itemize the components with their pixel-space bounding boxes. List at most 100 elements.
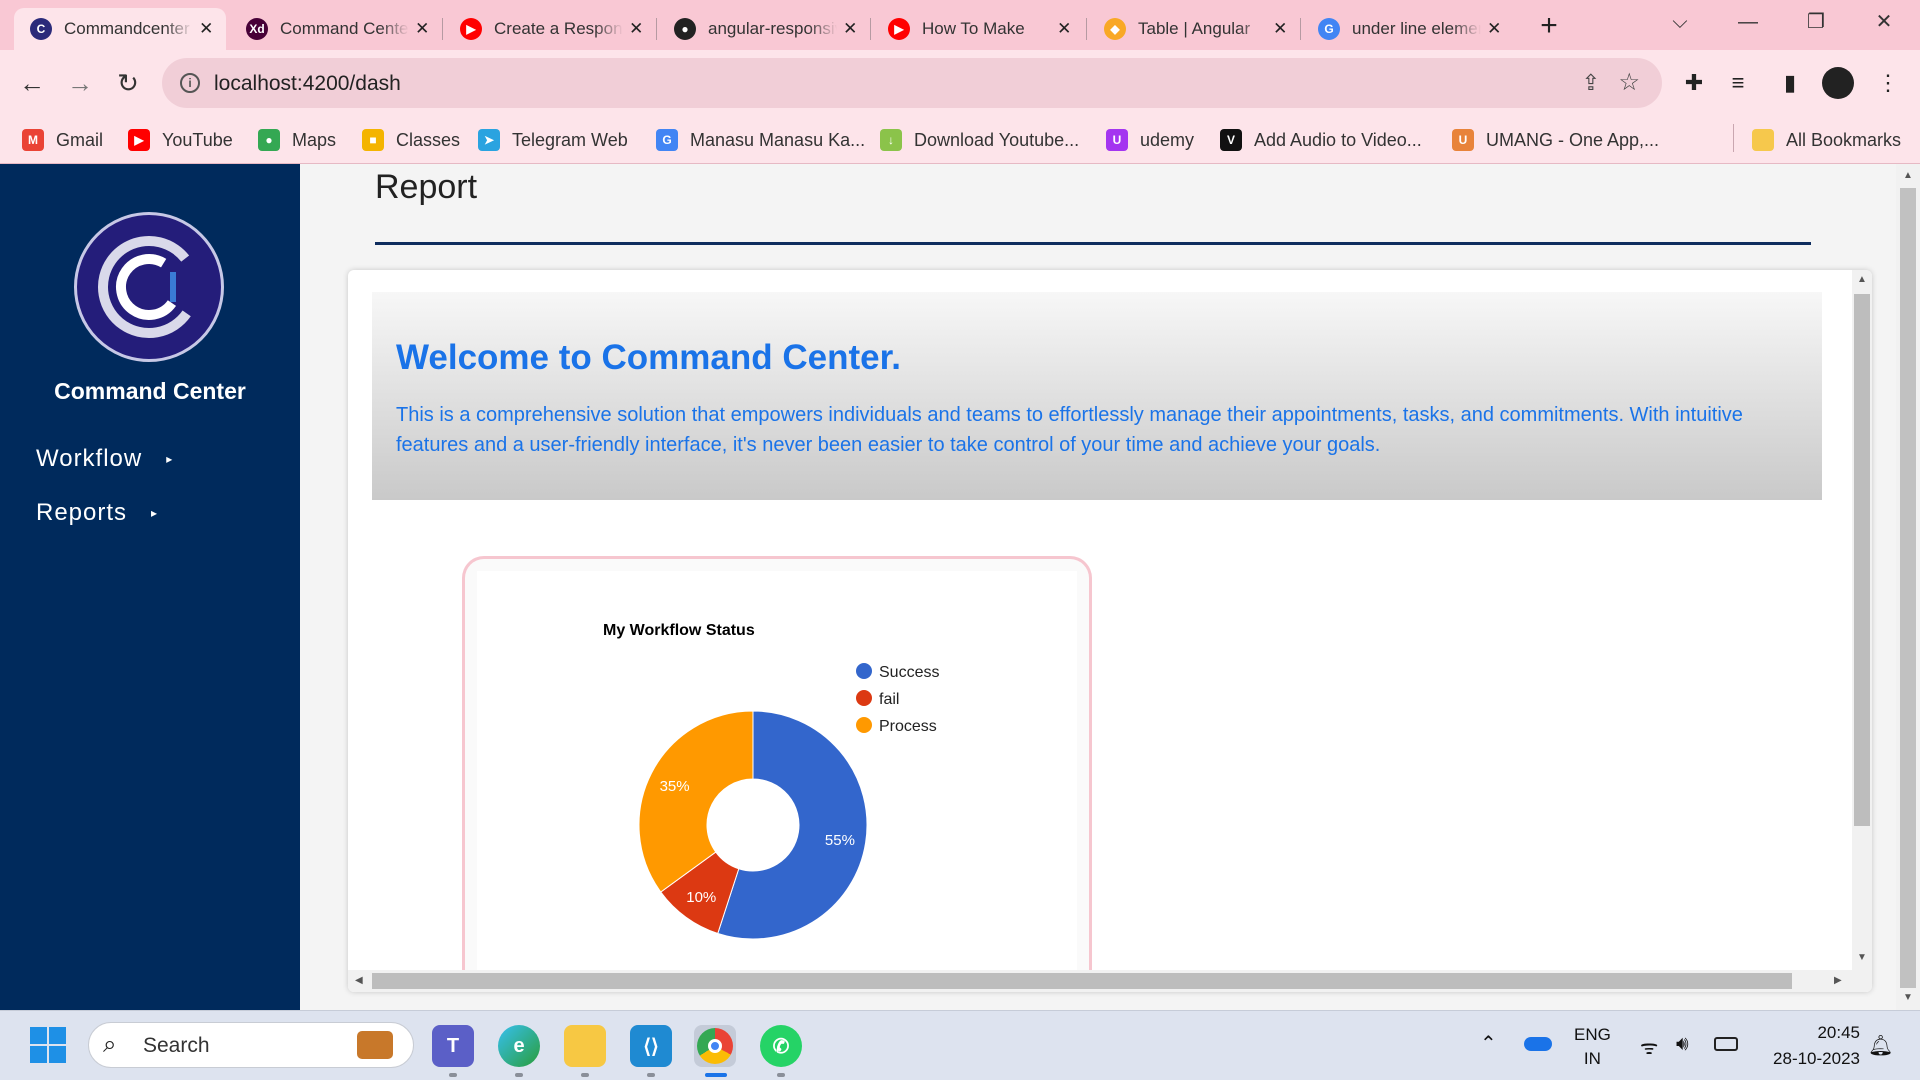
page-scroll-thumb[interactable] (1900, 188, 1916, 988)
close-tab-icon[interactable]: ✕ (629, 19, 644, 39)
all-bookmarks[interactable]: All Bookmarks (1752, 126, 1901, 154)
address-bar[interactable]: i localhost:4200/dash ⇪ ☆ (162, 58, 1662, 108)
wifi-icon[interactable]: ᯤ (1640, 1033, 1658, 1060)
browser-tab[interactable]: ● angular-responsive ✕ (658, 8, 870, 50)
bookmark-star-icon[interactable]: ☆ (1618, 68, 1640, 97)
forward-button[interactable]: → (62, 65, 98, 101)
chart-title: My Workflow Status (603, 622, 755, 639)
card-vertical-scrollbar[interactable]: ▲ ▼ (1852, 270, 1872, 992)
vscode-icon[interactable]: ⟨⟩ (630, 1025, 672, 1067)
bookmark-item[interactable]: M Gmail (22, 126, 103, 154)
browser-tab[interactable]: Xd Command Center ✕ (230, 8, 442, 50)
bookmark-label: Maps (292, 129, 337, 150)
page-scroll-up-icon[interactable]: ▲ (1903, 170, 1913, 181)
windows-taskbar: ⌕ Search T e ⟨⟩ ✆ ⌃ ENG IN ᯤ 🔊︎ 20:45 28… (0, 1010, 1920, 1080)
tab-separator (1300, 18, 1301, 40)
bookmark-item[interactable]: Uudemy (1106, 126, 1194, 154)
language-indicator[interactable]: ENG IN (1574, 1025, 1611, 1069)
close-tab-icon[interactable]: ✕ (1273, 19, 1288, 39)
edge-icon[interactable]: e (498, 1025, 540, 1067)
media-controls-icon[interactable]: ≡ (1720, 65, 1756, 101)
close-tab-icon[interactable]: ✕ (1057, 19, 1072, 39)
share-icon[interactable]: ⇪ (1582, 70, 1600, 96)
new-tab-button[interactable]: + (1534, 8, 1564, 44)
google-icon: G (656, 129, 678, 151)
page-scroll-down-icon[interactable]: ▼ (1903, 992, 1913, 1003)
whatsapp-icon[interactable]: ✆ (760, 1025, 802, 1067)
show-hidden-icons-chevron[interactable]: ⌃ (1480, 1031, 1497, 1056)
bookmark-item[interactable]: G Manasu Manasu Ka... (656, 126, 865, 154)
chrome-icon[interactable] (694, 1025, 736, 1067)
tab-search-chevron-icon[interactable]: ⌵ (1660, 6, 1700, 38)
card-horizontal-scrollbar[interactable]: ◀ ▶ (348, 970, 1852, 992)
bookmark-item[interactable]: ➤ Telegram Web (478, 126, 628, 154)
active-indicator (705, 1073, 727, 1077)
telegram-icon: ➤ (478, 129, 500, 151)
close-tab-icon[interactable]: ✕ (199, 19, 214, 39)
all-bookmarks-label: All Bookmarks (1786, 129, 1902, 150)
browser-tab[interactable]: ▶ How To Make ✕ (872, 8, 1084, 50)
sidebar-item-workflow[interactable]: Workflow ▸ (36, 445, 173, 473)
page-title: Report (375, 168, 478, 206)
browser-menu-icon[interactable]: ⋮ (1870, 65, 1906, 101)
bookmark-item[interactable]: U UMANG - One App,... (1452, 126, 1659, 154)
close-tab-icon[interactable]: ✕ (1487, 19, 1502, 39)
minimize-button[interactable]: — (1728, 6, 1768, 38)
bookmark-label: Download Youtube... (914, 129, 1080, 150)
scroll-down-icon[interactable]: ▼ (1857, 952, 1867, 963)
restore-button[interactable]: ❐ (1796, 6, 1836, 38)
udemy-icon: U (1106, 129, 1128, 151)
side-panel-icon[interactable]: ▮ (1772, 65, 1808, 101)
bookmark-item[interactable]: ▶ YouTube (128, 126, 233, 154)
close-tab-icon[interactable]: ✕ (415, 19, 430, 39)
bookmark-item[interactable]: ■ Classes (362, 126, 460, 154)
scroll-right-icon[interactable]: ▶ (1834, 975, 1842, 986)
page-vertical-scrollbar[interactable]: ▲ ▼ (1896, 164, 1920, 1010)
browser-tab[interactable]: C Commandcenter ✕ (14, 8, 226, 50)
extensions-icon[interactable]: ✚ (1676, 65, 1712, 101)
search-icon: ⌕ (103, 1031, 117, 1058)
maps-icon: ● (258, 129, 280, 151)
legend-label: Process (879, 718, 937, 735)
browser-tab[interactable]: ◆ Table | Angular ✕ (1088, 8, 1300, 50)
youtube-favicon: ▶ (460, 18, 482, 40)
file-explorer-icon[interactable] (564, 1025, 606, 1067)
running-indicator (515, 1073, 523, 1077)
back-button[interactable]: ← (14, 65, 50, 101)
pie-slice-process (638, 710, 754, 893)
bookmark-item[interactable]: ↓ Download Youtube... (880, 126, 1079, 154)
chart-container: My Workflow Status 55% 10% 35% Success fail Pr… (462, 556, 1092, 992)
github-favicon: ● (674, 18, 696, 40)
folder-icon (1752, 129, 1774, 151)
sidebar-item-reports[interactable]: Reports ▸ (36, 499, 158, 527)
scroll-up-icon[interactable]: ▲ (1857, 274, 1867, 285)
profile-avatar[interactable] (1820, 65, 1856, 101)
close-window-button[interactable]: ✕ (1864, 6, 1904, 38)
battery-icon[interactable] (1714, 1037, 1738, 1051)
bookmark-label: Classes (396, 129, 461, 150)
bookmark-item[interactable]: V Add Audio to Video... (1220, 126, 1422, 154)
teams-icon[interactable]: T (432, 1025, 474, 1067)
onedrive-icon[interactable] (1524, 1037, 1552, 1051)
clock[interactable]: 20:45 28-10-2023 (1760, 1023, 1860, 1069)
taskbar-search[interactable]: ⌕ Search (88, 1022, 414, 1068)
close-tab-icon[interactable]: ✕ (843, 19, 858, 39)
legend-swatch (856, 690, 872, 706)
command-center-favicon: C (30, 18, 52, 40)
workflow-status-chart: My Workflow Status 55% 10% 35% Success fail Pr… (603, 622, 939, 940)
reload-button[interactable]: ↻ (110, 65, 146, 101)
browser-tab[interactable]: ▶ Create a Responsive ✕ (444, 8, 656, 50)
windows-start-icon[interactable] (30, 1027, 66, 1063)
browser-tab[interactable]: Gunder line element ✕ (1302, 8, 1514, 50)
scroll-left-icon[interactable]: ◀ (355, 975, 363, 986)
bookmark-item[interactable]: ● Maps (258, 126, 336, 154)
site-info-icon[interactable]: i (180, 73, 200, 93)
card-vertical-scroll-thumb[interactable] (1854, 294, 1870, 826)
volume-icon[interactable]: 🔊︎ (1676, 1033, 1689, 1056)
bookmark-label: UMANG - One App,... (1486, 129, 1660, 150)
bookmark-label: udemy (1140, 129, 1195, 150)
tab-strip: C Commandcenter ✕ Xd Command Center ✕ ▶ Create … (0, 0, 1920, 50)
notifications-bell-icon[interactable]: 🔔︎ (1868, 1033, 1893, 1058)
card-horizontal-scroll-thumb[interactable] (372, 973, 1792, 989)
running-indicator (581, 1073, 589, 1077)
